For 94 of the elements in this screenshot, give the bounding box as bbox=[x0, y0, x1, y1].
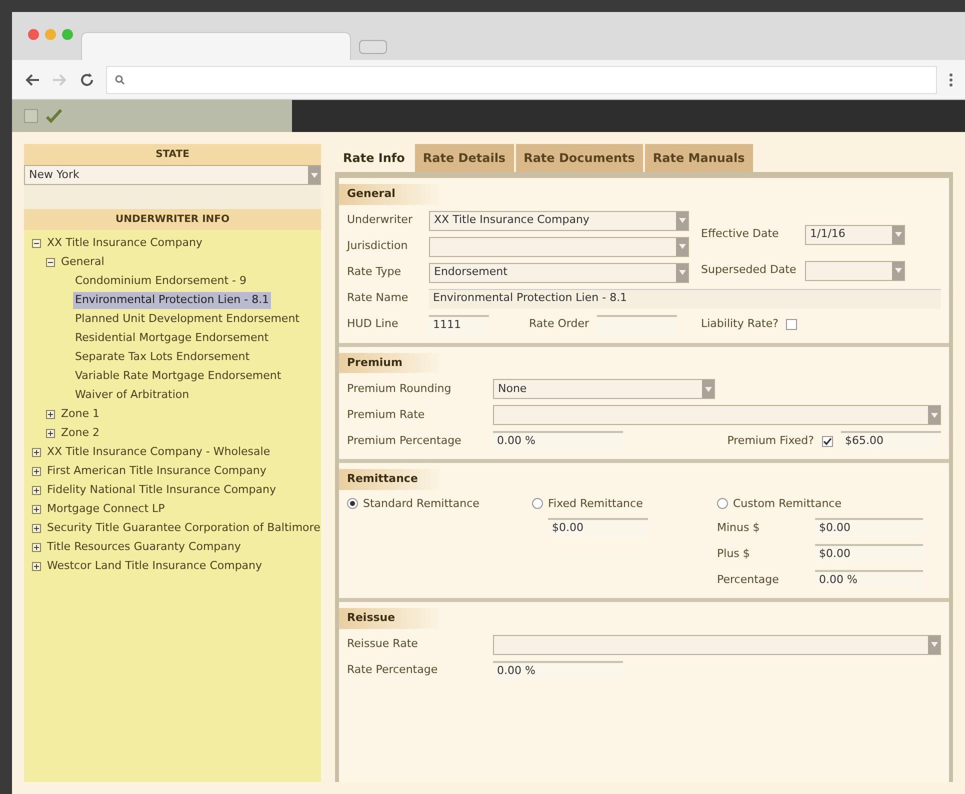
field-label: HUD Line bbox=[347, 316, 400, 332]
tab[interactable]: Rate Manuals bbox=[644, 144, 753, 172]
tree-item[interactable]: General bbox=[59, 254, 106, 271]
tree-item[interactable]: Westcor Land Title Insurance Company bbox=[45, 558, 264, 575]
field-label: Effective Date bbox=[701, 226, 780, 242]
expand-icon[interactable] bbox=[32, 467, 41, 476]
fixed-amount-field[interactable]: $65.00 bbox=[841, 431, 941, 451]
field-label: Rate Order bbox=[529, 316, 589, 332]
option-label: Custom Remittance bbox=[733, 496, 842, 512]
tab[interactable]: Rate Details bbox=[414, 144, 514, 172]
field-label: Premium Rounding bbox=[347, 380, 452, 397]
expand-icon[interactable] bbox=[32, 486, 41, 495]
tree-item[interactable]: Planned Unit Development Endorsement bbox=[73, 311, 302, 328]
field-label: Underwriter bbox=[347, 212, 414, 228]
amount-field[interactable]: 0.00 % bbox=[815, 570, 923, 590]
tree-item[interactable]: Condominium Endorsement - 9 bbox=[73, 273, 248, 290]
tree-item[interactable]: Waiver of Arbitration bbox=[73, 387, 192, 404]
field-label: Reissue Rate bbox=[347, 636, 419, 652]
field-label: Premium Percentage bbox=[347, 432, 462, 449]
rate-type-select[interactable]: Endorsement bbox=[429, 262, 689, 282]
back-arrow-icon[interactable] bbox=[24, 72, 40, 86]
section-title: Premium bbox=[339, 352, 439, 373]
tree-item[interactable]: Zone 1 bbox=[59, 406, 102, 423]
state-select[interactable]: New York bbox=[24, 165, 321, 185]
check-mark-icon[interactable] bbox=[46, 109, 62, 123]
expand-icon[interactable] bbox=[32, 543, 41, 552]
radio-button[interactable] bbox=[347, 498, 358, 510]
collapse-icon[interactable] bbox=[46, 258, 55, 267]
underwriter-select[interactable]: XX Title Insurance Company bbox=[429, 210, 689, 230]
tree-item[interactable]: Security Title Guarantee Corporation of Baltimore bbox=[45, 520, 321, 537]
tree-item[interactable]: Zone 2 bbox=[59, 425, 102, 442]
panel-header: UNDERWRITER INFO bbox=[24, 209, 321, 230]
new-tab-button[interactable] bbox=[359, 40, 387, 54]
field-label: Premium Rate bbox=[347, 406, 426, 423]
checkbox[interactable] bbox=[786, 319, 798, 330]
expand-icon[interactable] bbox=[32, 505, 41, 514]
reissue-rate-select[interactable] bbox=[493, 634, 941, 654]
expand-icon[interactable] bbox=[46, 429, 55, 438]
expand-icon[interactable] bbox=[32, 448, 41, 457]
fixed-remittance-field[interactable]: $0.00 bbox=[548, 518, 648, 538]
date-select[interactable]: 1/1/16 bbox=[805, 224, 905, 244]
radio-button[interactable] bbox=[717, 498, 728, 510]
field-label: Jurisdiction bbox=[347, 238, 409, 254]
field-label: Superseded Date bbox=[701, 262, 798, 278]
jurisdiction-select[interactable] bbox=[429, 236, 689, 256]
panel-header: STATE bbox=[24, 144, 321, 165]
tree-item[interactable]: Title Resources Guaranty Company bbox=[45, 539, 243, 556]
close-window-icon[interactable] bbox=[28, 29, 39, 40]
reload-icon[interactable] bbox=[80, 72, 94, 86]
field-label: Liability Rate? bbox=[700, 316, 778, 332]
tree-item[interactable]: Separate Tax Lots Endorsement bbox=[73, 349, 252, 366]
field-label: Minus $ bbox=[717, 520, 761, 536]
percentage-field[interactable]: 0.00 % bbox=[493, 431, 623, 451]
tree-item[interactable]: Residential Mortgage Endorsement bbox=[73, 330, 271, 347]
rounding-select[interactable]: None bbox=[493, 379, 715, 399]
field-label: Rate Name bbox=[347, 290, 410, 306]
option-label: Standard Remittance bbox=[363, 496, 480, 512]
date-select[interactable] bbox=[805, 260, 905, 280]
amount-field[interactable]: $0.00 bbox=[815, 518, 923, 538]
percentage-field[interactable]: 0.00 % bbox=[493, 660, 623, 680]
collapse-icon[interactable] bbox=[32, 239, 41, 248]
expand-icon[interactable] bbox=[46, 410, 55, 419]
rate-name-field[interactable]: Environmental Protection Lien - 8.1 bbox=[429, 288, 941, 308]
tree-item[interactable]: Variable Rate Mortgage Endorsement bbox=[73, 368, 284, 385]
rate-order-field[interactable] bbox=[596, 314, 677, 334]
hud-line-field[interactable]: 1111 bbox=[429, 314, 489, 334]
tree-item[interactable]: XX Title Insurance Company - Wholesale bbox=[45, 444, 272, 461]
tree-item[interactable]: Environmental Protection Lien - 8.1 bbox=[73, 292, 272, 309]
section-title: Reissue bbox=[339, 608, 439, 628]
field-label: Rate Percentage bbox=[347, 662, 439, 678]
premium-rate-select[interactable] bbox=[493, 405, 941, 425]
square-icon[interactable] bbox=[24, 109, 38, 123]
tree-item[interactable]: XX Title Insurance Company bbox=[45, 235, 204, 252]
maximize-window-icon[interactable] bbox=[62, 29, 73, 40]
browser-tab[interactable] bbox=[81, 32, 351, 60]
option-label: Fixed Remittance bbox=[548, 496, 643, 512]
expand-icon[interactable] bbox=[32, 524, 41, 533]
field-label: Plus $ bbox=[717, 546, 751, 562]
checkbox[interactable] bbox=[822, 436, 833, 446]
expand-icon[interactable] bbox=[32, 562, 41, 571]
section-title: General bbox=[339, 184, 439, 204]
radio-button[interactable] bbox=[532, 498, 543, 510]
tree-item[interactable]: Mortgage Connect LP bbox=[45, 501, 167, 518]
amount-field[interactable]: $0.00 bbox=[815, 544, 923, 564]
field-label: Rate Type bbox=[347, 264, 402, 280]
section-title: Remittance bbox=[339, 469, 439, 490]
tab[interactable]: Rate Documents bbox=[516, 144, 643, 172]
forward-arrow-icon[interactable] bbox=[52, 72, 68, 86]
search-icon bbox=[115, 74, 125, 84]
field-label: Premium Fixed? bbox=[727, 432, 814, 449]
tree-item[interactable]: Fidelity National Title Insurance Company bbox=[45, 482, 278, 499]
field-label: Percentage bbox=[717, 572, 780, 588]
menu-icon[interactable] bbox=[949, 72, 953, 86]
tree-item[interactable]: First American Title Insurance Company bbox=[45, 463, 268, 480]
